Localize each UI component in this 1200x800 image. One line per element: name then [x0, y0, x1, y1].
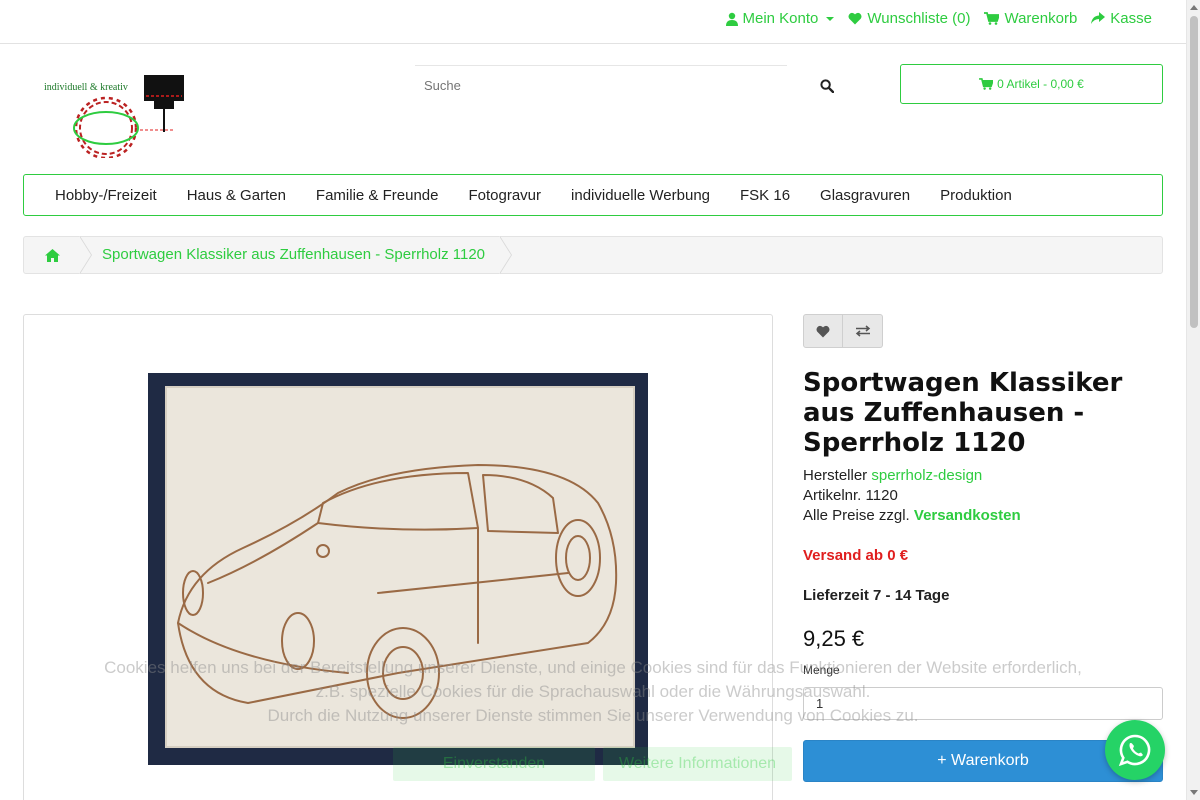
logo-gear-laser-icon: individuell & kreativ	[44, 75, 184, 160]
checkout-link[interactable]: Kasse	[1091, 10, 1152, 27]
search-icon	[820, 79, 834, 93]
quantity-input[interactable]	[803, 687, 1163, 720]
nav-item-produktion[interactable]: Produktion	[925, 187, 1027, 204]
quantity-label: Menge	[803, 663, 840, 677]
product-action-buttons	[803, 314, 883, 348]
search-input[interactable]	[415, 66, 785, 104]
nav-item-werbung[interactable]: individuelle Werbung	[556, 187, 725, 204]
scroll-up-icon[interactable]	[1190, 5, 1198, 10]
svg-text:individuell & kreativ: individuell & kreativ	[44, 82, 128, 93]
wishlist-label: Wunschliste (0)	[867, 10, 971, 27]
breadcrumb-separator-inner	[79, 236, 91, 274]
sku-label: Artikelnr.	[803, 487, 862, 504]
sku-value: 1120	[865, 487, 898, 504]
manufacturer-row: Hersteller sperrholz-design	[803, 467, 982, 484]
user-icon	[725, 12, 738, 26]
nav-item-fotogravur[interactable]: Fotogravur	[453, 187, 556, 204]
top-links: Mein Konto Wunschliste (0) Warenkorb Kas…	[725, 10, 1152, 27]
cart-icon	[984, 12, 1000, 25]
prices-note: Alle Preise zzgl.	[803, 507, 910, 524]
prices-note-row: Alle Preise zzgl. Versandkosten	[803, 507, 1021, 524]
manufacturer-label: Hersteller	[803, 467, 868, 484]
nav-item-familie-freunde[interactable]: Familie & Freunde	[301, 187, 454, 204]
compare-button[interactable]	[843, 314, 883, 348]
nav-item-glasgravuren[interactable]: Glasgravuren	[805, 187, 925, 204]
chevron-down-icon	[826, 16, 835, 21]
breadcrumb: Sportwagen Klassiker aus Zuffenhausen - …	[23, 236, 1163, 274]
scrollbar-thumb[interactable]	[1190, 16, 1198, 328]
breadcrumb-separator-end-inner	[499, 236, 511, 274]
wishlist-link[interactable]: Wunschliste (0)	[848, 10, 970, 27]
breadcrumb-current[interactable]: Sportwagen Klassiker aus Zuffenhausen - …	[102, 246, 485, 263]
search-button[interactable]	[812, 74, 842, 98]
main-navigation: Hobby-/Freizeit Haus & Garten Familie & …	[23, 174, 1163, 216]
search-box	[415, 65, 787, 105]
account-link[interactable]: Mein Konto	[725, 10, 835, 27]
sku-row: Artikelnr. 1120	[803, 487, 898, 504]
mini-cart-button[interactable]: 0 Artikel - 0,00 €	[900, 64, 1163, 104]
scroll-down-icon[interactable]	[1190, 790, 1198, 795]
delivery-time-text: Lieferzeit 7 - 14 Tage	[803, 587, 950, 604]
product-image[interactable]	[148, 373, 648, 765]
manufacturer-link[interactable]: sperrholz-design	[871, 467, 982, 484]
engraved-car-image	[148, 373, 648, 765]
cart-link[interactable]: Warenkorb	[984, 10, 1077, 27]
whatsapp-icon	[1118, 734, 1151, 767]
checkout-label: Kasse	[1110, 10, 1152, 27]
compare-arrows-icon	[855, 325, 870, 337]
whatsapp-chat-button[interactable]	[1105, 720, 1165, 780]
mini-cart-label: 0 Artikel - 0,00 €	[997, 77, 1084, 91]
breadcrumb-home[interactable]	[24, 237, 80, 273]
product-title: Sportwagen Klassiker aus Zuffenhausen - …	[803, 368, 1123, 458]
cart-label: Warenkorb	[1004, 10, 1078, 27]
account-label: Mein Konto	[742, 10, 819, 27]
nav-item-haus-garten[interactable]: Haus & Garten	[172, 187, 301, 204]
home-icon	[44, 248, 60, 262]
delivery-time: Lieferzeit 7 - 14 Tage	[803, 587, 949, 604]
nav-item-hobby[interactable]: Hobby-/Freizeit	[40, 187, 172, 204]
heart-icon	[848, 12, 862, 25]
cart-icon	[979, 78, 994, 90]
shop-logo[interactable]: individuell & kreativ	[40, 72, 190, 160]
page-scrollbar[interactable]	[1186, 0, 1200, 800]
nav-item-fsk16[interactable]: FSK 16	[725, 187, 805, 204]
heart-icon	[816, 325, 830, 337]
product-price: 9,25 €	[803, 626, 865, 651]
share-arrow-icon	[1091, 12, 1106, 24]
add-to-wishlist-button[interactable]	[803, 314, 843, 348]
shipping-from-text: Versand ab 0 €	[803, 547, 909, 564]
shipping-costs-link[interactable]: Versandkosten	[914, 507, 1021, 524]
top-bar: Mein Konto Wunschliste (0) Warenkorb Kas…	[0, 0, 1186, 44]
